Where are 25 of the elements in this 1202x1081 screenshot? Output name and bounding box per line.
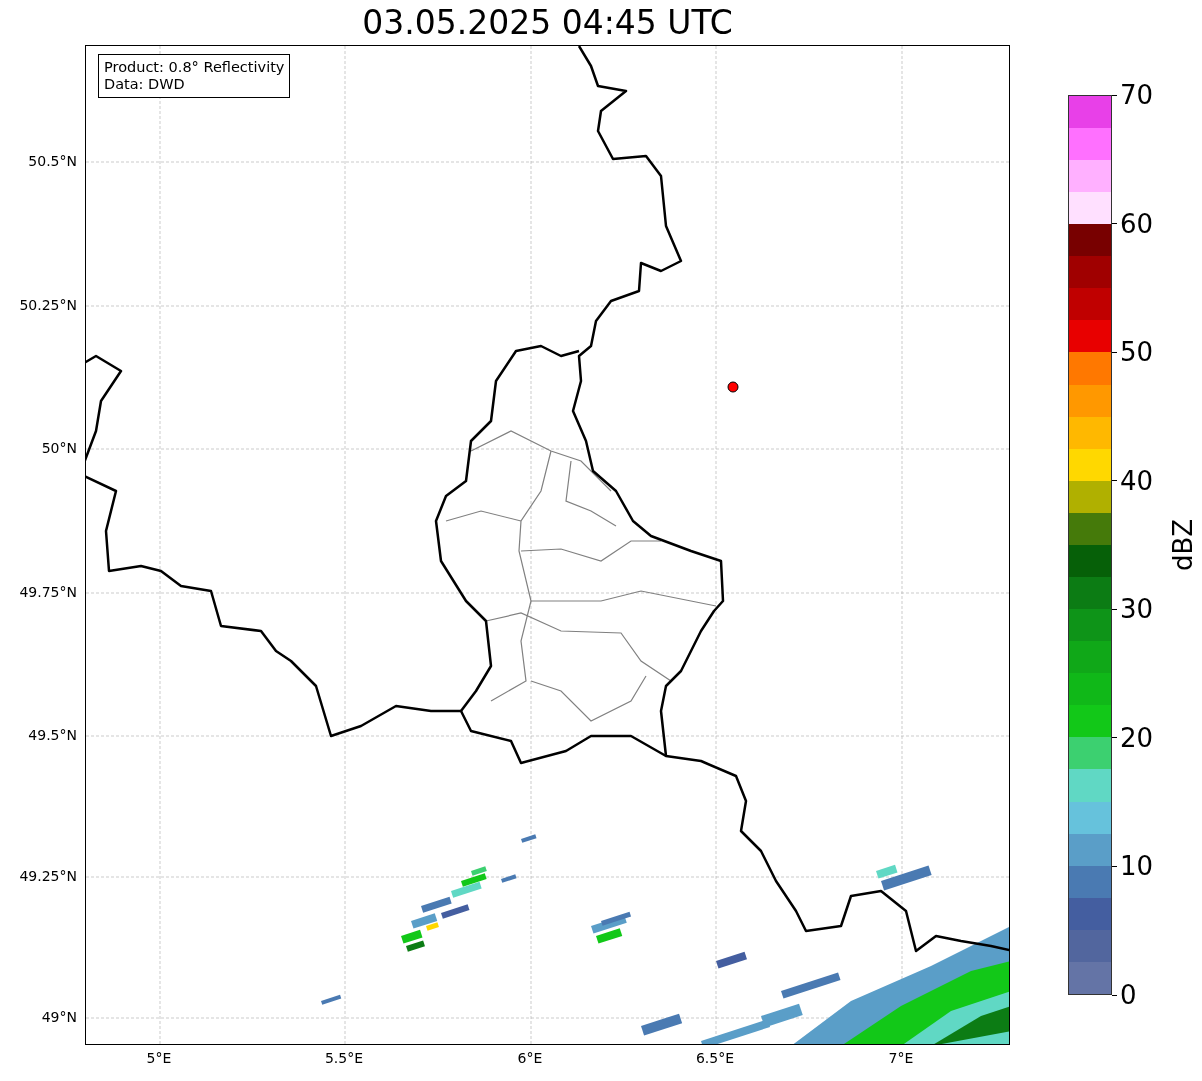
colorbar-tick-label: 70 <box>1120 80 1154 110</box>
colorbar-tick-label: 20 <box>1120 722 1154 753</box>
colorbar-tick-label: 50 <box>1120 337 1154 368</box>
latitude-label: 49.75°N <box>19 584 77 600</box>
colorbar-label: dBZ <box>1168 518 1198 572</box>
latitude-label: 49°N <box>41 1009 77 1025</box>
legend-text: Data: DWD <box>104 76 186 93</box>
radar-site-marker <box>727 381 739 393</box>
longitude-label: 5.5°E <box>324 1050 364 1066</box>
chart-title: 03.05.2025 04:45 UTC <box>362 3 733 42</box>
colorbar-tick-label: 30 <box>1120 594 1154 625</box>
longitude-label: 6.5°E <box>695 1050 735 1066</box>
colorbar-tick-label: 0 <box>1120 980 1137 1010</box>
colorbar-tick-label: 10 <box>1120 851 1154 882</box>
longitude-label: 7°E <box>888 1050 914 1066</box>
longitude-label: 6°E <box>517 1050 543 1066</box>
colorbar-tick-label: 40 <box>1120 465 1154 496</box>
colorbar-tick-label: 60 <box>1120 208 1154 239</box>
latitude-label: 50°N <box>41 440 77 456</box>
latitude-label: 49.5°N <box>28 727 77 743</box>
latitude-label: 50.5°N <box>28 153 77 169</box>
legend-text: Product: 0.8° Reflectivity <box>104 59 285 76</box>
longitude-label: 5°E <box>146 1050 172 1066</box>
latitude-label: 49.25°N <box>19 868 77 884</box>
latitude-label: 50.25°N <box>19 297 77 313</box>
